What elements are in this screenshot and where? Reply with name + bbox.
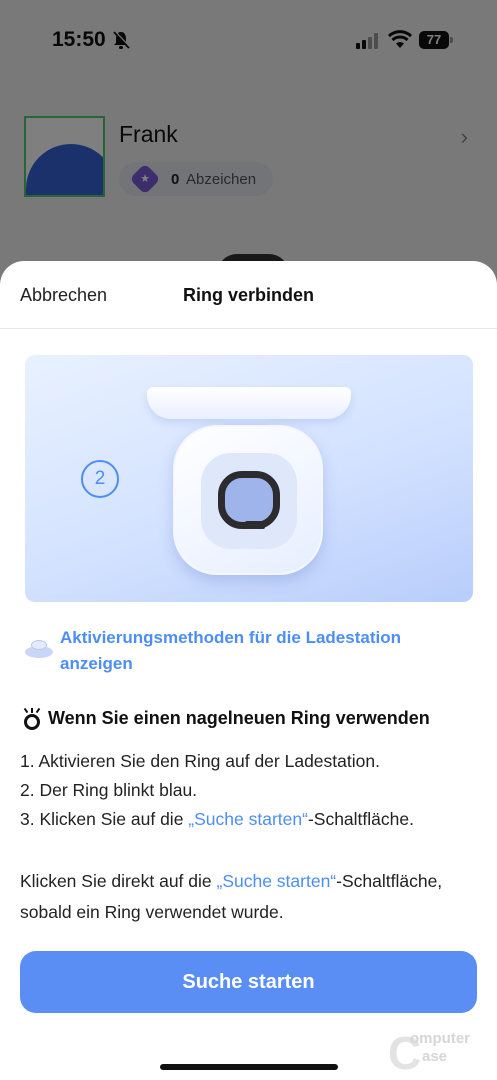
sheet-header: Abbrechen Ring verbinden	[0, 261, 497, 329]
charging-case	[173, 425, 323, 575]
home-indicator[interactable]	[160, 1064, 338, 1070]
new-ring-heading: Wenn Sie einen nagelneuen Ring verwenden	[22, 706, 482, 736]
computerbase-watermark: C omputer ase	[388, 1027, 470, 1079]
step-number-badge: 2	[81, 460, 119, 498]
instruction-step: 3. Klicken Sie auf die „Suche starten“-S…	[20, 805, 480, 834]
sheet-title: Ring verbinden	[182, 285, 314, 305]
connect-ring-sheet: Abbrechen Ring verbinden 2 Aktivierungsm…	[0, 261, 497, 1080]
activation-methods-link-text[interactable]: Aktivierungsmethoden für die Ladestation…	[60, 625, 460, 677]
charging-dock-icon	[25, 640, 53, 660]
new-ring-heading-text: Wenn Sie einen nagelneuen Ring verwenden	[48, 708, 430, 728]
ring-sparkle-icon	[22, 707, 42, 730]
instruction-text: 3. Klicken Sie auf die	[20, 809, 189, 829]
instruction-button-reference: „Suche starten“	[188, 809, 308, 829]
charging-case-illustration: 2	[25, 355, 473, 602]
instruction-list: 1. Aktivieren Sie den Ring auf der Lades…	[20, 747, 480, 834]
note-text: Klicken Sie direkt auf die	[20, 871, 217, 891]
start-search-button[interactable]: Suche starten	[20, 951, 477, 1013]
instruction-step: 2. Der Ring blinkt blau.	[20, 780, 198, 800]
activation-methods-link[interactable]: Aktivierungsmethoden für die Ladestation…	[25, 621, 465, 673]
used-ring-note: Klicken Sie direkt auf die „Suche starte…	[20, 866, 480, 928]
case-lid	[147, 387, 351, 419]
note-button-reference: „Suche starten“	[216, 871, 337, 891]
instruction-step: 1. Aktivieren Sie den Ring auf der Lades…	[20, 751, 380, 771]
instruction-text: -Schaltfläche.	[307, 809, 414, 829]
